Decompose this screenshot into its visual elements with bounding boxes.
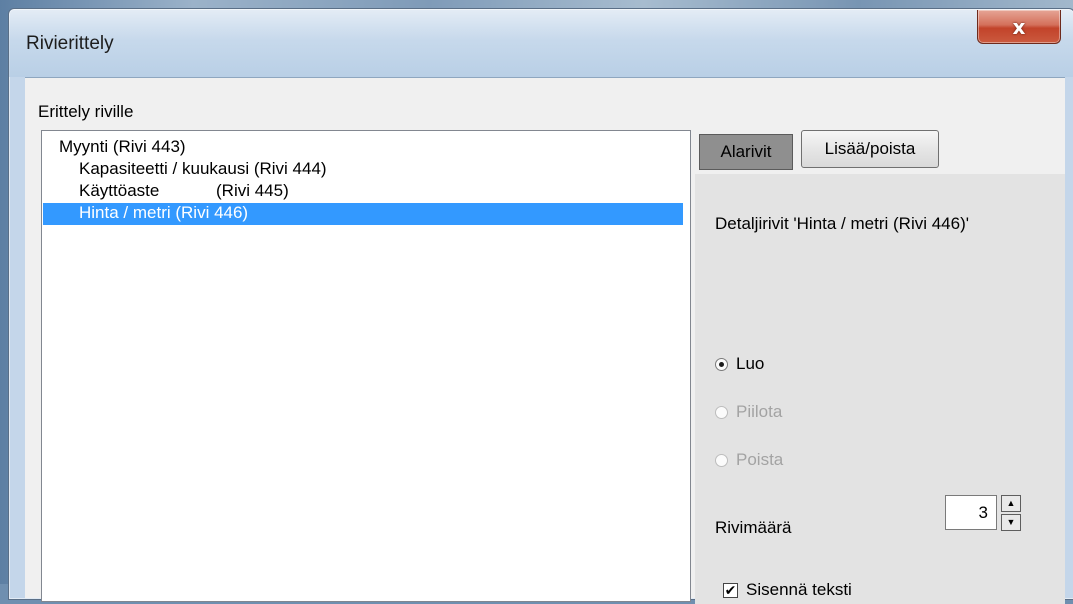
radio-unchecked-icon — [715, 405, 728, 419]
radio-label: Piilota — [736, 402, 783, 421]
close-button[interactable]: x — [977, 10, 1061, 44]
caret-up-icon: ▲ — [1006, 498, 1016, 508]
caret-down-icon: ▼ — [1006, 517, 1016, 527]
radio-label: Luo — [736, 354, 765, 373]
list-item[interactable]: Käyttöaste (Rivi 445) — [79, 181, 289, 203]
row-listbox[interactable]: Myynti (Rivi 443) Kapasiteetti / kuukaus… — [41, 130, 691, 602]
radio-poista[interactable]: Poista — [715, 450, 783, 470]
window-title: Rivierittely — [26, 33, 114, 54]
detail-label: Detaljirivit 'Hinta / metri (Rivi 446)' — [715, 214, 969, 233]
checkbox-label: Sisennä teksti — [746, 580, 852, 599]
radio-label: Poista — [736, 450, 784, 469]
tab-alarivit[interactable]: Alarivit — [699, 134, 793, 170]
group-label: Erittely riville — [38, 102, 134, 121]
spin-up-button[interactable]: ▲ — [1001, 495, 1021, 512]
row-count-input[interactable]: 3 — [945, 495, 997, 530]
dialog-window: Rivierittely x Erittely riville Myynti (… — [8, 8, 1073, 604]
title-bar[interactable]: Rivierittely — [9, 9, 1073, 77]
radio-luo[interactable]: Luo — [715, 354, 764, 374]
dialog-client-area: Erittely riville Myynti (Rivi 443) Kapas… — [25, 77, 1065, 604]
row-count-label: Rivimäärä — [715, 518, 792, 537]
close-icon: x — [1012, 14, 1026, 39]
radio-unchecked-icon — [715, 453, 728, 467]
list-item-selected[interactable]: Hinta / metri (Rivi 446) — [43, 203, 683, 225]
list-item[interactable]: Myynti (Rivi 443) — [59, 137, 186, 159]
indent-text-checkbox[interactable]: ✔ Sisennä teksti — [723, 580, 852, 600]
spin-down-button[interactable]: ▼ — [1001, 514, 1021, 531]
tab-panel — [695, 174, 1065, 604]
row-count-spinner: ▲ ▼ — [1001, 495, 1021, 531]
checkbox-checked-icon: ✔ — [723, 581, 738, 598]
tab-lisaa-poista[interactable]: Lisää/poista — [801, 130, 939, 168]
radio-checked-icon — [715, 357, 728, 371]
list-item[interactable]: Kapasiteetti / kuukausi (Rivi 444) — [79, 159, 327, 181]
radio-piilota[interactable]: Piilota — [715, 402, 782, 422]
